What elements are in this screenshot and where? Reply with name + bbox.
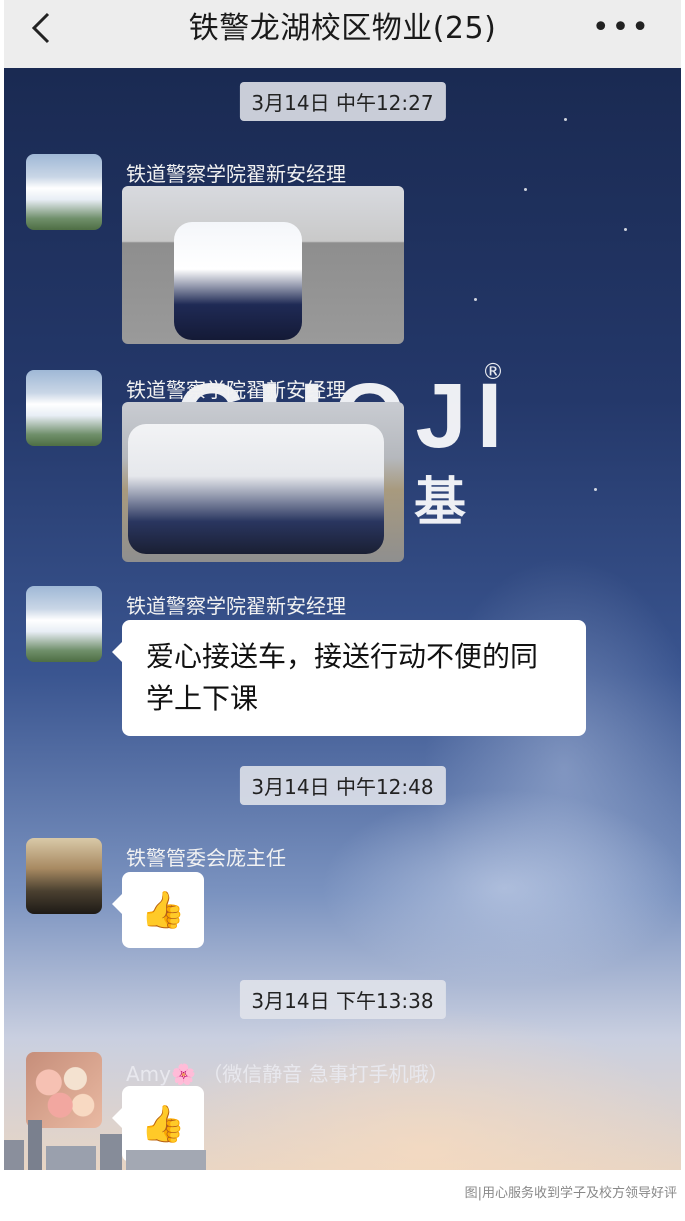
star-decoration <box>624 228 627 231</box>
message-text: 爱心接送车，接送行动不便的同学上下课 <box>146 640 539 715</box>
sender-name: 铁道警察学院翟新安经理 <box>126 594 346 618</box>
sender-name: 铁道警察学院翟新安经理 <box>126 162 346 186</box>
avatar[interactable] <box>26 838 102 914</box>
star-decoration <box>524 188 527 191</box>
registered-mark: ® <box>482 360 504 385</box>
patrol-car-image <box>174 222 302 340</box>
more-dots-icon: ••• <box>591 10 651 45</box>
back-button[interactable] <box>26 8 66 48</box>
star-decoration <box>564 118 567 121</box>
timestamp: 3月14日 中午12:27 <box>239 82 446 121</box>
avatar[interactable] <box>26 586 102 662</box>
thumbs-up-icon: 👍 <box>140 890 186 931</box>
chat-title: 铁警龙湖校区物业(25) <box>188 11 497 46</box>
timestamp: 3月14日 下午13:38 <box>239 980 446 1019</box>
sender-name: Amy🌸 （微信静音 急事打手机哦） <box>126 1062 449 1086</box>
star-decoration <box>594 488 597 491</box>
chevron-left-icon <box>31 12 50 44</box>
emoji-message[interactable]: 👍 <box>112 872 204 948</box>
star-decoration <box>474 298 477 301</box>
chat-header: 铁警龙湖校区物业(25) ••• <box>4 0 681 68</box>
chat-window: 铁警龙湖校区物业(25) ••• 3月14日 中午12:27 铁道警察学院翟新安… <box>4 0 681 1170</box>
sender-name: 铁道警察学院翟新安经理 <box>126 378 346 402</box>
message-list[interactable]: 3月14日 中午12:27 铁道警察学院翟新安经理 GUOJI ® 铁道警察学院… <box>4 68 681 1170</box>
image-message[interactable] <box>122 186 404 344</box>
text-message[interactable]: 爱心接送车，接送行动不便的同学上下课 <box>112 620 586 736</box>
image-message[interactable] <box>122 402 404 562</box>
image-caption: 图|用心服务收到学子及校方领导好评 <box>464 1186 677 1201</box>
city-skyline <box>4 1120 206 1170</box>
timestamp: 3月14日 中午12:48 <box>239 766 446 805</box>
watermark-chinese: 基 <box>414 473 467 533</box>
sender-name: 铁警管委会庞主任 <box>126 846 286 870</box>
avatar[interactable] <box>26 370 102 446</box>
shuttle-cart-image <box>128 424 384 554</box>
more-button[interactable]: ••• <box>592 10 651 45</box>
avatar[interactable] <box>26 154 102 230</box>
